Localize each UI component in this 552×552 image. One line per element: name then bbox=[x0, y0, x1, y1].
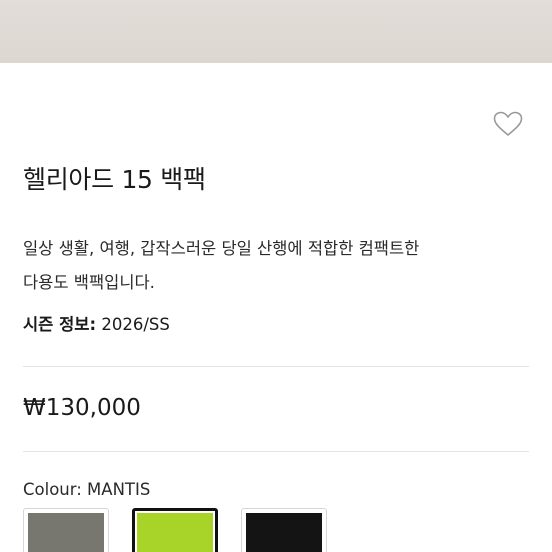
colour-swatch-grey[interactable] bbox=[23, 508, 109, 552]
colour-swatch-mantis[interactable] bbox=[132, 508, 218, 552]
season-value: 2026/SS bbox=[96, 315, 170, 334]
divider bbox=[23, 366, 529, 367]
swatch-fill bbox=[246, 513, 322, 552]
swatch-fill bbox=[137, 513, 213, 552]
heart-outline-icon bbox=[493, 111, 523, 136]
swatch-fill bbox=[28, 513, 104, 552]
product-description: 일상 생활, 여행, 갑작스러운 당일 산행에 적합한 컴팩트한 다용도 백팩입… bbox=[23, 232, 533, 300]
season-label: 시즌 정보: bbox=[23, 315, 97, 334]
colour-label: Colour: MANTIS bbox=[23, 480, 151, 499]
colour-swatch-black[interactable] bbox=[241, 508, 327, 552]
product-title: 헬리아드 15 백팩 bbox=[23, 165, 206, 194]
divider bbox=[23, 451, 529, 452]
product-page: 헬리아드 15 백팩 일상 생활, 여행, 갑작스러운 당일 산행에 적합한 컴… bbox=[0, 0, 552, 552]
wishlist-button[interactable] bbox=[491, 109, 525, 139]
product-price: ₩130,000 bbox=[23, 395, 141, 421]
description-line: 일상 생활, 여행, 갑작스러운 당일 산행에 적합한 컴팩트한 bbox=[23, 239, 420, 258]
description-line: 다용도 백팩입니다. bbox=[23, 273, 155, 292]
season-info: 시즌 정보: 2026/SS bbox=[23, 311, 170, 335]
product-image bbox=[0, 0, 552, 63]
